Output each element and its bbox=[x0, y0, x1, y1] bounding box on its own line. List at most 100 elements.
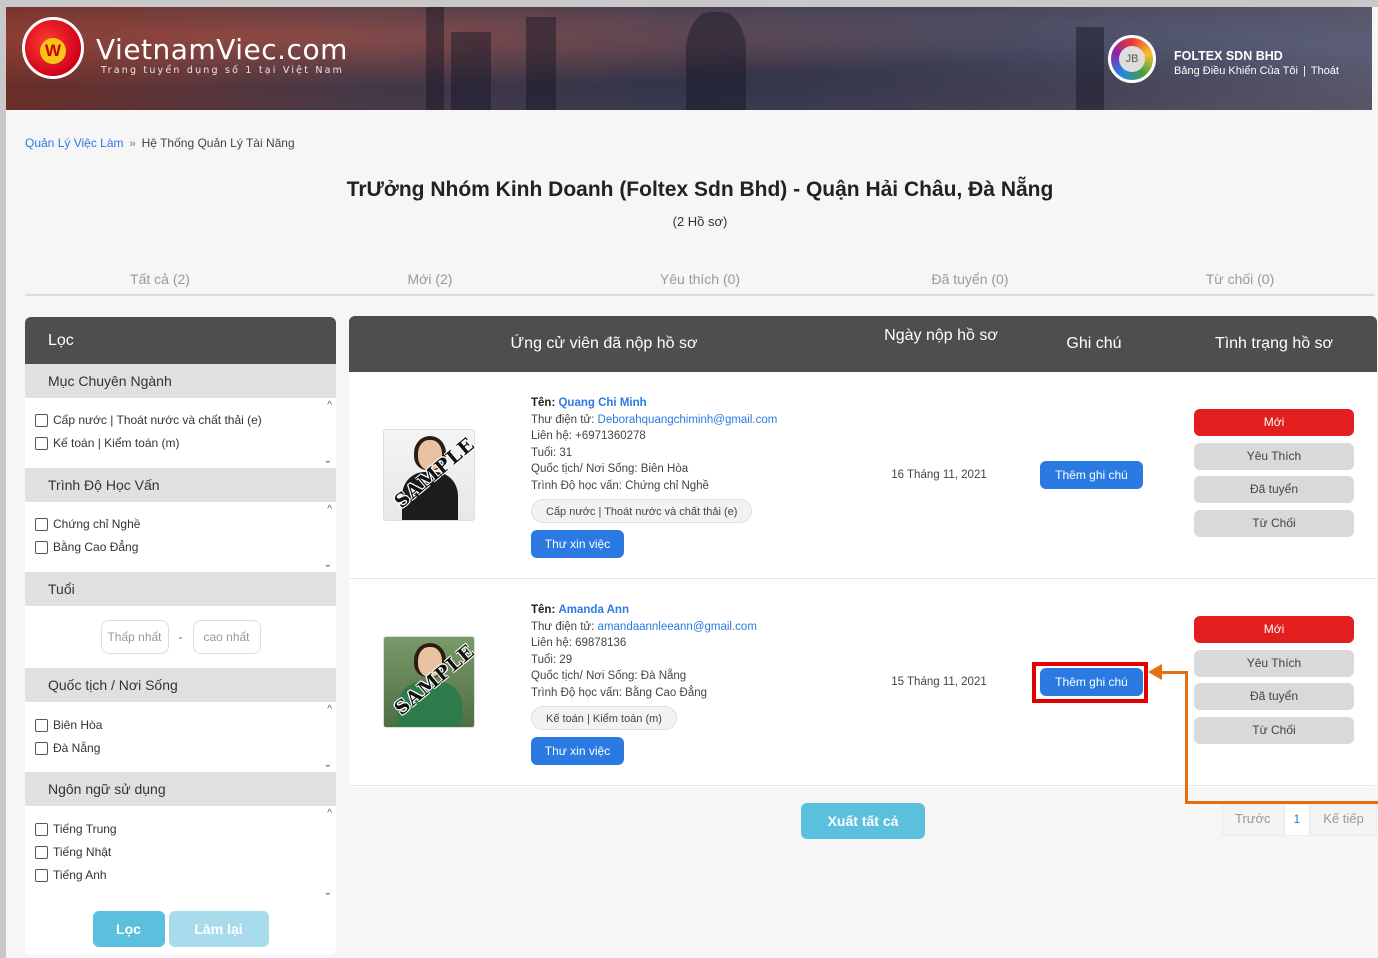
scroll-up-icon[interactable]: ^ bbox=[327, 704, 332, 715]
header-statue bbox=[686, 12, 746, 110]
header-date: Ngày nộp hồ sơ bbox=[884, 327, 998, 344]
age-min-input[interactable]: Thấp nhất bbox=[100, 620, 169, 654]
tab-new[interactable]: Mới (2) bbox=[295, 268, 565, 294]
checkbox[interactable] bbox=[35, 541, 48, 554]
checkbox[interactable] bbox=[35, 869, 48, 882]
dashboard-link[interactable]: Bảng Điều Khiển Của Tôi bbox=[1174, 65, 1298, 77]
option-label: Biên Hòa bbox=[53, 718, 103, 732]
option-label: Tiếng Anh bbox=[53, 868, 107, 882]
candidate-name-link[interactable]: Quang Chi Minh bbox=[558, 397, 646, 409]
filter-section-industry: Mục Chuyên Ngành bbox=[25, 364, 336, 398]
filter-list-language[interactable]: Tiếng Trung Tiếng Nhật Tiếng Anh ^ ⌄ bbox=[25, 806, 336, 900]
candidate-age: Tuổi: 29 bbox=[531, 653, 573, 666]
filter-option[interactable]: Tiếng Nhật bbox=[25, 841, 336, 864]
filter-option[interactable]: Tiếng Anh bbox=[25, 864, 336, 887]
scroll-up-icon[interactable]: ^ bbox=[327, 504, 332, 515]
cover-letter-button[interactable]: Thư xin việc bbox=[531, 530, 624, 558]
filter-option[interactable]: Cấp nước | Thoát nước và chất thải (e) bbox=[25, 409, 336, 432]
status-rejected-button[interactable]: Từ Chối bbox=[1194, 509, 1354, 537]
checkbox[interactable] bbox=[35, 823, 48, 836]
age-max-input[interactable]: cao nhất bbox=[192, 620, 261, 654]
add-note-button[interactable]: Thêm ghi chú bbox=[1040, 461, 1143, 489]
scroll-down-icon[interactable]: ⌄ bbox=[324, 759, 332, 770]
filter-section-education: Trình Độ Học Vấn bbox=[25, 468, 336, 502]
scroll-up-icon[interactable]: ^ bbox=[327, 400, 332, 411]
filter-list-location[interactable]: Biên Hòa Đà Nẵng ^ ⌄ bbox=[25, 702, 336, 772]
filter-section-language: Ngôn ngữ sử dụng bbox=[25, 772, 336, 806]
table-row: SAMPLE Tên: Amanda Ann Thư điện tử: aman… bbox=[349, 579, 1377, 786]
table-row: SAMPLE Tên: Quang Chi Minh Thư điện tử: … bbox=[349, 372, 1377, 579]
header-skyline bbox=[426, 7, 444, 110]
candidate-age: Tuổi: 31 bbox=[531, 446, 573, 459]
option-label: Bằng Cao Đẳng bbox=[53, 540, 139, 554]
export-all-button[interactable]: Xuất tất cả bbox=[801, 803, 925, 839]
status-favorite-button[interactable]: Yêu Thích bbox=[1194, 442, 1354, 470]
filter-title: Lọc bbox=[25, 317, 336, 364]
filter-option[interactable]: Chứng chỉ Nghề bbox=[25, 513, 336, 536]
site-logo-icon[interactable]: W bbox=[22, 17, 84, 79]
pagination-next[interactable]: Kế tiếp bbox=[1310, 804, 1377, 836]
status-favorite-button[interactable]: Yêu Thích bbox=[1194, 649, 1354, 677]
name-label: Tên: bbox=[531, 397, 556, 409]
filter-list-industry[interactable]: Cấp nước | Thoát nước và chất thải (e) K… bbox=[25, 398, 336, 468]
site-tagline: Trang tuyển dụng số 1 tại Việt Nam bbox=[101, 65, 345, 76]
scroll-up-icon[interactable]: ^ bbox=[327, 808, 332, 819]
scroll-down-icon[interactable]: ⌄ bbox=[324, 887, 332, 898]
tab-favorite[interactable]: Yêu thích (0) bbox=[565, 268, 835, 294]
status-new-button[interactable]: Mới bbox=[1194, 616, 1354, 643]
pagination-current-page[interactable]: 1 bbox=[1283, 804, 1311, 836]
annotation-arrow bbox=[1160, 671, 1187, 674]
candidate-phone: Liên hệ: +6971360278 bbox=[531, 430, 646, 442]
application-count: (2 Hồ sơ) bbox=[672, 214, 728, 229]
filter-option[interactable]: Đà Nẵng bbox=[25, 737, 336, 760]
filter-option[interactable]: Tiếng Trung bbox=[25, 818, 336, 841]
filter-actions: Lọc Làm lại bbox=[25, 911, 336, 947]
status-tabs: Tất cả (2) Mới (2) Yêu thích (0) Đã tuyể… bbox=[25, 268, 1375, 296]
header-skyline bbox=[526, 17, 556, 110]
company-avatar[interactable]: JB bbox=[1108, 35, 1156, 83]
candidate-photo[interactable]: SAMPLE bbox=[383, 429, 475, 521]
scroll-down-icon[interactable]: ⌄ bbox=[324, 559, 332, 570]
apply-filter-button[interactable]: Lọc bbox=[92, 911, 165, 947]
checkbox[interactable] bbox=[35, 518, 48, 531]
pagination-prev[interactable]: Trước bbox=[1222, 804, 1284, 836]
filter-option[interactable]: Bằng Cao Đẳng bbox=[25, 536, 336, 559]
candidate-education: Trình Độ học vấn: Chứng chỉ Nghề bbox=[531, 479, 709, 492]
scroll-down-icon[interactable]: ⌄ bbox=[324, 455, 332, 466]
filter-section-location: Quốc tịch / Nơi Sống bbox=[25, 668, 336, 702]
checkbox[interactable] bbox=[35, 846, 48, 859]
cover-letter-button[interactable]: Thư xin việc bbox=[531, 737, 624, 765]
submission-date: 15 Tháng 11, 2021 bbox=[891, 676, 987, 688]
age-range-dash: - bbox=[178, 630, 183, 644]
checkbox[interactable] bbox=[35, 742, 48, 755]
candidate-email-link[interactable]: amandaannleeann@gmail.com bbox=[598, 621, 757, 633]
candidate-photo[interactable]: SAMPLE bbox=[383, 636, 475, 728]
candidate-email-link[interactable]: Deborahquangchiminh@gmail.com bbox=[598, 414, 778, 426]
breadcrumb-parent-link[interactable]: Quản Lý Việc Làm bbox=[25, 136, 124, 150]
candidate-email-line: Thư điện tử: amandaannleeann@gmail.com bbox=[531, 619, 757, 636]
candidate-name-link[interactable]: Amanda Ann bbox=[558, 604, 629, 616]
account-links: Bảng Điều Khiển Của Tôi | Thoát bbox=[1174, 65, 1339, 77]
status-hired-button[interactable]: Đã tuyển bbox=[1194, 683, 1354, 710]
filter-option[interactable]: Kế toán | Kiểm toán (m) bbox=[25, 432, 336, 455]
filter-panel: Lọc Mục Chuyên Ngành Cấp nước | Thoát nư… bbox=[25, 317, 336, 955]
status-hired-button[interactable]: Đã tuyển bbox=[1194, 476, 1354, 503]
checkbox[interactable] bbox=[35, 719, 48, 732]
site-logo-text[interactable]: VietnamViec.com bbox=[96, 33, 348, 66]
email-label: Thư điện tử: bbox=[531, 413, 595, 426]
tab-rejected[interactable]: Từ chối (0) bbox=[1105, 268, 1375, 294]
link-separator: | bbox=[1302, 65, 1306, 77]
filter-option[interactable]: Biên Hòa bbox=[25, 714, 336, 737]
checkbox[interactable] bbox=[35, 437, 48, 450]
header-status: Tình trạng hồ sơ bbox=[1214, 335, 1334, 352]
option-label: Cấp nước | Thoát nước và chất thải (e) bbox=[53, 413, 262, 427]
filter-list-education[interactable]: Chứng chỉ Nghề Bằng Cao Đẳng ^ ⌄ bbox=[25, 502, 336, 572]
status-rejected-button[interactable]: Từ Chối bbox=[1194, 716, 1354, 744]
tab-hired[interactable]: Đã tuyển (0) bbox=[835, 268, 1105, 294]
logout-link[interactable]: Thoát bbox=[1311, 65, 1339, 77]
industry-tag: Cấp nước | Thoát nước và chất thải (e) bbox=[531, 499, 753, 523]
tab-all[interactable]: Tất cả (2) bbox=[25, 268, 295, 294]
status-new-button[interactable]: Mới bbox=[1194, 409, 1354, 436]
reset-filter-button[interactable]: Làm lại bbox=[168, 911, 269, 947]
checkbox[interactable] bbox=[35, 414, 48, 427]
